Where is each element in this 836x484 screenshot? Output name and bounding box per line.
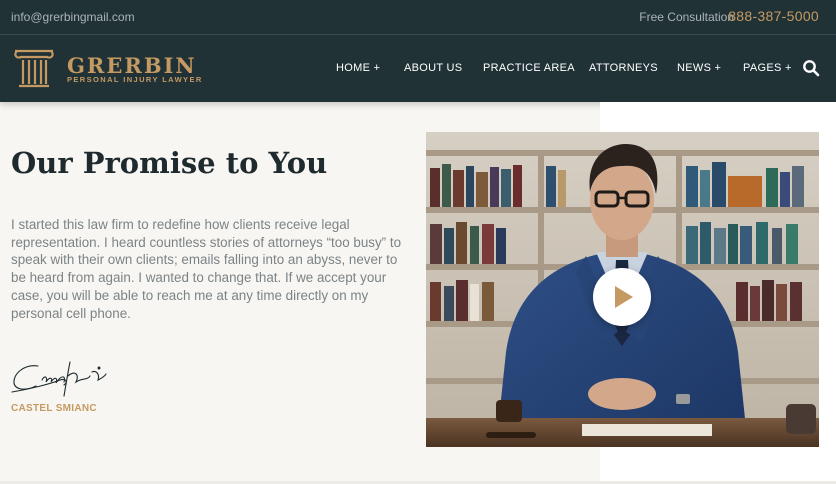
contact-email[interactable]: info@grerbingmail.com [11,10,135,24]
nav-practice-area[interactable]: PRACTICE AREA [483,62,575,74]
play-icon[interactable] [615,286,633,308]
nav-home[interactable]: HOME + [336,62,380,74]
pillar-logo-icon[interactable] [11,46,57,92]
nav-about-us[interactable]: ABOUT US [404,62,462,74]
play-button[interactable] [593,268,651,326]
signature-name: CASTEL SMIANC [11,403,97,414]
section-heading: Our Promise to You [11,146,328,180]
search-icon[interactable] [802,59,820,77]
top-bar: info@grerbingmail.com Free Consultation … [0,0,836,35]
video-thumbnail[interactable] [426,132,819,447]
nav-attorneys[interactable]: ATTORNEYS [589,62,658,74]
nav-pages[interactable]: PAGES + [743,62,792,74]
main-navbar: GRERBIN PERSONAL INJURY LAWYER HOME + AB… [0,35,836,102]
free-consultation-label: Free Consultation [639,10,734,24]
phone-number[interactable]: 888-387-5000 [728,8,819,24]
promise-text: I started this law firm to redefine how … [11,217,402,321]
signature-image [11,361,107,397]
brand-tagline: PERSONAL INJURY LAWYER [67,75,203,84]
nav-news[interactable]: NEWS + [677,62,721,74]
